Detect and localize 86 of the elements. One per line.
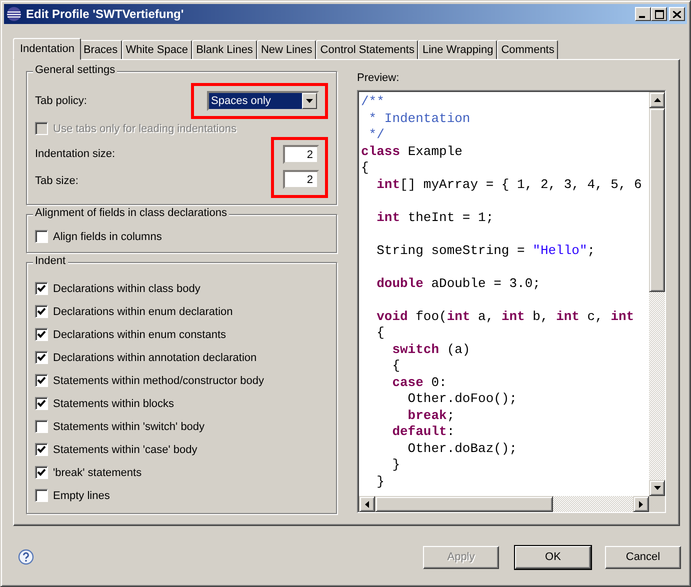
- checkbox-label: Statements within blocks: [53, 398, 174, 410]
- tab-policy-dropdown[interactable]: Spaces only: [207, 91, 319, 111]
- code-line: case 0:: [391, 374, 448, 391]
- checkbox[interactable]: [35, 443, 48, 456]
- checkbox[interactable]: [35, 230, 48, 243]
- preview-label: Preview:: [357, 72, 400, 84]
- checkbox[interactable]: [35, 420, 48, 433]
- caret-icon: [306, 99, 313, 103]
- maximize-icon: [654, 10, 664, 18]
- dropdown-button[interactable]: [302, 93, 317, 109]
- checkbox[interactable]: [35, 282, 48, 295]
- number-field[interactable]: 2: [283, 170, 319, 189]
- horizontal-scrollbar[interactable]: [359, 496, 649, 512]
- checkbox-label: Declarations within class body: [53, 282, 200, 294]
- tab[interactable]: White Space: [122, 40, 192, 59]
- code-line: */: [368, 127, 386, 144]
- checkbox-label: Use tabs only for leading indentations: [53, 122, 236, 134]
- code-line: {: [376, 325, 386, 342]
- checkbox-label: Empty lines: [53, 490, 110, 502]
- scrollbar-corner: [649, 496, 665, 512]
- tab[interactable]: Line Wrapping: [418, 40, 498, 59]
- globe-icon: [6, 6, 22, 22]
- code-line: * Indentation: [368, 110, 472, 127]
- close-icon: [673, 10, 681, 18]
- code-line: {: [361, 160, 370, 176]
- help-icon[interactable]: [18, 549, 34, 565]
- code-line: }: [391, 457, 402, 474]
- field-label: Tab size:: [35, 175, 80, 188]
- checkbox[interactable]: [35, 397, 48, 410]
- scroll-thumb[interactable]: [649, 108, 665, 292]
- checkbox[interactable]: [35, 466, 48, 479]
- close-button[interactable]: [669, 7, 685, 21]
- dialog-button[interactable]: OK: [515, 546, 591, 568]
- dialog-button[interactable]: Cancel: [605, 546, 681, 568]
- checkbox-label: Declarations within enum declaration: [53, 306, 233, 318]
- code-line: int theInt = 1;: [376, 210, 495, 226]
- checkbox[interactable]: [35, 351, 48, 364]
- checkbox-label: Declarations within enum constants: [53, 328, 226, 340]
- window-title: Edit Profile 'SWTVertiefung': [26, 7, 184, 21]
- checkbox[interactable]: [35, 328, 48, 341]
- code-line: {: [391, 358, 402, 374]
- minimize-button[interactable]: [635, 7, 651, 21]
- code-line: /**: [361, 94, 386, 110]
- left-arrow-icon: [365, 500, 369, 508]
- checkbox-label: Statements within method/constructor body: [53, 374, 264, 386]
- field-label: Indentation size:: [35, 148, 116, 160]
- scroll-thumb[interactable]: [375, 496, 553, 512]
- code-line: switch (a): [391, 342, 472, 358]
- code-line: void foo(int a, int b, int c, int: [376, 308, 636, 325]
- checkbox-label: Declarations within annotation declaration: [53, 352, 257, 364]
- scroll-up-button[interactable]: [649, 92, 665, 108]
- checkbox-label: Align fields in columns: [53, 230, 162, 242]
- checkbox[interactable]: [35, 374, 48, 387]
- scroll-left-button[interactable]: [359, 496, 375, 512]
- code-line: default:: [391, 424, 456, 440]
- code-line: break;: [406, 408, 456, 424]
- code-line: class Example: [361, 144, 464, 160]
- checkbox[interactable]: [35, 489, 48, 502]
- scroll-down-button[interactable]: [649, 480, 665, 496]
- code-line: }: [376, 474, 386, 490]
- number-field[interactable]: 2: [283, 145, 319, 164]
- tab[interactable]: Blank Lines: [192, 40, 257, 59]
- up-arrow-icon: [654, 98, 660, 102]
- checkbox[interactable]: [35, 305, 48, 318]
- scroll-right-button[interactable]: [633, 496, 649, 512]
- tab[interactable]: Control Statements: [316, 40, 418, 59]
- vertical-scrollbar[interactable]: [649, 92, 665, 496]
- code-line: double aDouble = 3.0;: [376, 276, 542, 292]
- code-line: int[] myArray = { 1, 2, 3, 4, 5, 6: [376, 176, 643, 193]
- checkbox-label: 'break' statements: [53, 466, 142, 478]
- tab[interactable]: Indentation: [13, 38, 82, 60]
- code-line: Other.doBaz();: [406, 440, 518, 457]
- checkbox-label: Statements within 'case' body: [53, 444, 198, 456]
- checkbox-label: Statements within 'switch' body: [53, 420, 205, 432]
- code-line: String someString = "Hello";: [376, 242, 596, 259]
- field-label: Tab policy:: [35, 95, 87, 107]
- tab[interactable]: Braces: [79, 40, 122, 59]
- code-line: Other.doFoo();: [406, 391, 518, 408]
- right-arrow-icon: [639, 500, 643, 508]
- group-title: Alignment of fields in class declarations: [33, 207, 229, 219]
- maximize-button[interactable]: [651, 7, 667, 21]
- tab[interactable]: Comments: [497, 40, 558, 59]
- tab[interactable]: New Lines: [256, 40, 316, 59]
- down-arrow-icon: [654, 486, 660, 490]
- group-title: General settings: [33, 64, 118, 76]
- group-title: Indent: [33, 255, 68, 267]
